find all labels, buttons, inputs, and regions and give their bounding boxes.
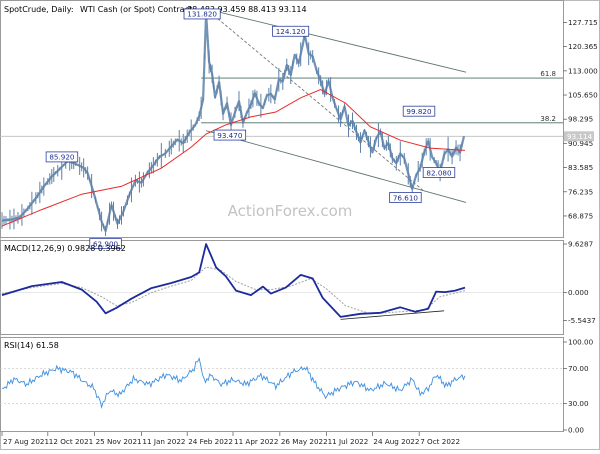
macd-y-tick-label: -5.5437 [568,316,596,325]
price-y-tick-label: 120.365 [568,42,598,51]
rsi-title: RSI(14) 61.58 [4,341,59,350]
price-annotation-label: 124.120 [276,27,306,36]
price-y-tick-label: 105.650 [568,91,598,100]
x-axis-tick-label: 24 Aug 2022 [373,437,419,446]
price-y-tick-label: 68.875 [568,211,593,220]
price-y-tick-label: 76.235 [568,187,593,196]
x-axis-tick-label: 26 May 2022 [281,437,328,446]
rsi-line [1,357,466,410]
x-axis-tick-label: 25 Nov 2021 [96,437,142,446]
price-annotation-label: 82.080 [426,168,452,177]
x-axis-labels: 27 Aug 2021 12 Oct 2021 25 Nov 2021 11 Jan … [1,432,460,446]
price-y-tick-label: 98.295 [568,115,593,124]
price-y-tick-label: 83.585 [568,163,593,172]
upper-channel-line [206,8,467,73]
contract-description: WTI Cash (or Spot) Contract [80,5,192,14]
macd-y-tick-label: 0.000 [568,288,589,297]
price-y-tick-label: 127.715 [568,18,598,27]
macd-y-tick-label: 9.6287 [568,240,593,249]
price-y-tick-label: 113.000 [568,66,598,75]
rsi-y-tick-label: 100.00 [568,338,594,347]
price-annotation-label: 131.820 [187,10,217,19]
rsi-y-tick-label: 30.00 [568,399,589,408]
x-axis-tick-label: 11 Jul 2022 [328,437,369,446]
macd-line [1,243,466,318]
price-annotation-label: 85.920 [49,153,75,162]
x-axis-tick-label: 27 Aug 2021 [3,437,49,446]
window-border [0,0,600,450]
watermark: ActionForex.com [228,202,353,220]
rsi-y-tick-label: 70.00 [568,364,589,373]
symbol-label: SpotCrude, Daily: [4,5,74,14]
rsi-y-tick-label: 0.00 [568,426,584,435]
y-axis-labels: 127.715120.365113.000105.65098.29590.945… [563,18,598,435]
x-axis-tick-label: 11 Jan 2022 [142,437,185,446]
x-axis-tick-label: 24 Feb 2022 [188,437,233,446]
rsi-plot [0,357,563,410]
current-price-tag-label: 93.114 [567,132,593,141]
chart-canvas: SpotCrude, Daily: WTI Cash (or Spot) Con… [0,0,600,450]
x-axis-tick-label: 11 Apr 2022 [234,437,278,446]
price-annotation-label: 99.820 [406,107,432,116]
fib-level-label: 61.8 [540,70,556,78]
fib-level-label: 38.2 [540,115,556,123]
price-annotation-label: 93.470 [217,131,243,140]
macd-signal-line [1,266,466,315]
chart-window: SpotCrude, Daily: WTI Cash (or Spot) Con… [0,0,600,450]
x-axis-tick-label: 7 Oct 2022 [420,437,460,446]
rsi-panel-frame [0,337,564,432]
macd-title: MACD(12,26,9) 0.9828 0.3962 [4,244,126,253]
price-annotation-label: 76.610 [393,193,419,202]
macd-plot [0,243,563,320]
x-axis-tick-label: 12 Oct 2021 [49,437,93,446]
